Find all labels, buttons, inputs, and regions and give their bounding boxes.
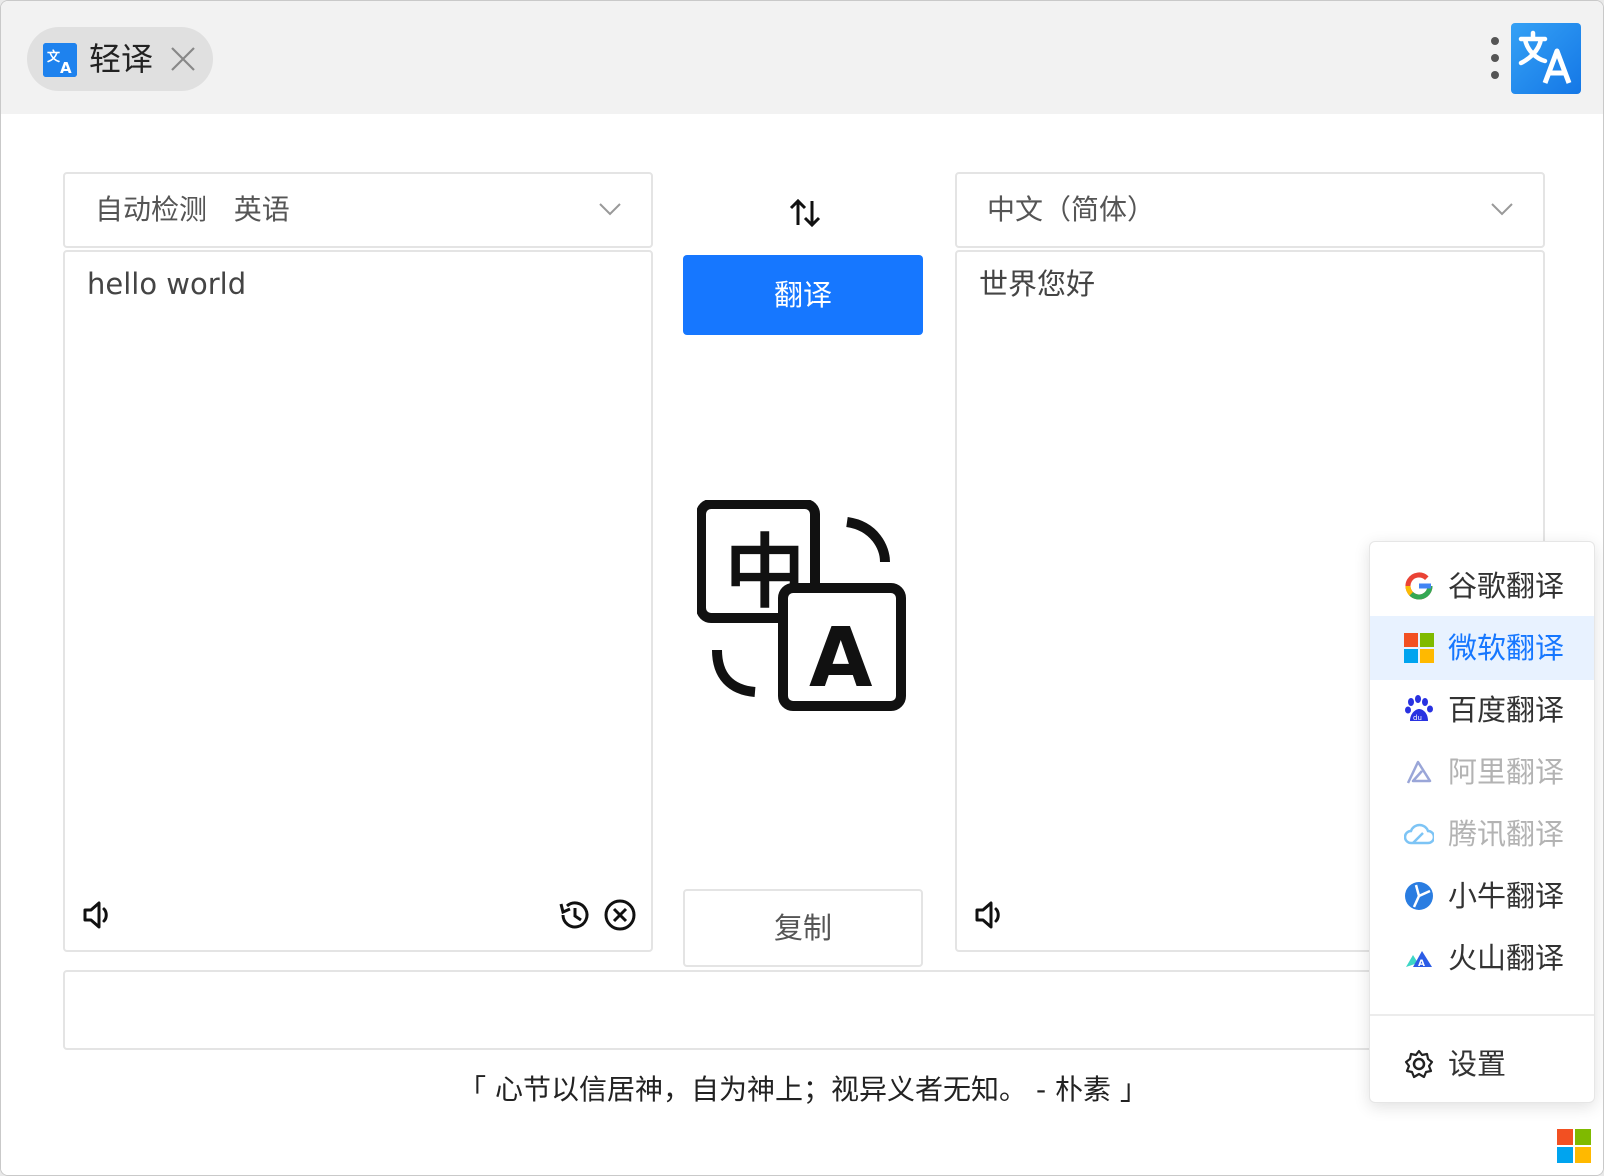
engine-label: 阿里翻译 xyxy=(1448,755,1565,789)
translate-logo-icon: 中 A xyxy=(696,499,911,714)
speaker-icon[interactable] xyxy=(973,898,1007,932)
engine-label: 百度翻译 xyxy=(1448,693,1565,727)
tab-title: 轻译 xyxy=(89,40,154,78)
engine-label: 微软翻译 xyxy=(1448,631,1565,665)
alibaba-icon xyxy=(1406,760,1432,784)
svg-text:A: A xyxy=(809,611,873,706)
svg-text:du: du xyxy=(1413,714,1422,722)
niutrans-icon xyxy=(1405,882,1433,910)
clear-icon[interactable] xyxy=(603,898,637,932)
swap-languages-icon[interactable] xyxy=(788,198,822,228)
engine-label: 火山翻译 xyxy=(1448,941,1565,975)
tencent-cloud-icon xyxy=(1404,823,1434,845)
settings-item[interactable]: 设置 xyxy=(1370,1032,1594,1096)
more-menu-icon[interactable] xyxy=(1485,37,1505,85)
microsoft-icon xyxy=(1557,1129,1591,1163)
translate-button[interactable]: 翻译 xyxy=(683,255,923,335)
engine-dropdown: 谷歌翻译 微软翻译 du 百度翻译 阿里翻译 腾讯翻译 小牛翻译 A 火山翻译 … xyxy=(1369,541,1595,1103)
app-tab[interactable]: 文 A 轻译 xyxy=(27,27,213,91)
engine-item-microsoft[interactable]: 微软翻译 xyxy=(1370,616,1594,680)
target-text[interactable]: 世界您好 xyxy=(979,264,1095,304)
gear-icon xyxy=(1404,1049,1434,1079)
source-language-select[interactable]: 自动检测 英语 xyxy=(63,172,653,248)
history-icon[interactable] xyxy=(557,898,591,932)
engine-item-baidu[interactable]: du 百度翻译 xyxy=(1370,678,1594,742)
engine-item-alibaba[interactable]: 阿里翻译 xyxy=(1370,740,1594,804)
engine-item-niutrans[interactable]: 小牛翻译 xyxy=(1370,864,1594,928)
engine-label: 谷歌翻译 xyxy=(1448,569,1565,603)
source-text[interactable]: hello world xyxy=(87,264,246,304)
google-icon xyxy=(1405,572,1433,600)
svg-text:A: A xyxy=(1418,959,1425,969)
copy-button[interactable]: 复制 xyxy=(683,889,923,967)
volcano-icon: A xyxy=(1406,951,1432,969)
translate-icon: 文 A xyxy=(43,43,77,77)
source-text-area[interactable]: hello world xyxy=(63,250,653,952)
extra-input-box[interactable] xyxy=(63,970,1541,1050)
target-language-label: 中文（简体） xyxy=(987,193,1156,226)
engine-item-google[interactable]: 谷歌翻译 xyxy=(1370,554,1594,618)
settings-label: 设置 xyxy=(1448,1047,1507,1081)
menu-divider xyxy=(1370,1014,1594,1016)
svg-text:文: 文 xyxy=(47,49,61,65)
main-content: 自动检测 英语 中文（简体） hello world 翻译 中 A 复制 世界您… xyxy=(1,114,1603,1175)
engine-label: 小牛翻译 xyxy=(1448,879,1565,913)
engine-item-volcano[interactable]: A 火山翻译 xyxy=(1370,926,1594,990)
app-window: 文 A 轻译 自动检测 英语 中文（简体） hello world 翻译 中 A… xyxy=(0,0,1604,1176)
quote-text: 「 心节以信居神，自为神上；视异义者无知。 - 朴素 」 xyxy=(458,1073,1148,1106)
close-icon[interactable] xyxy=(167,43,199,75)
chevron-down-icon xyxy=(599,203,621,216)
source-language-label: 自动检测 英语 xyxy=(95,193,290,226)
engine-item-tencent[interactable]: 腾讯翻译 xyxy=(1370,802,1594,866)
target-language-select[interactable]: 中文（简体） xyxy=(955,172,1545,248)
title-bar: 文 A 轻译 xyxy=(1,1,1603,114)
speaker-icon[interactable] xyxy=(81,898,115,932)
svg-text:A: A xyxy=(60,59,72,77)
engine-label: 腾讯翻译 xyxy=(1448,817,1565,851)
baidu-icon: du xyxy=(1405,695,1433,722)
app-logo-icon[interactable] xyxy=(1511,23,1581,94)
chevron-down-icon xyxy=(1491,203,1513,216)
microsoft-icon xyxy=(1404,633,1434,663)
